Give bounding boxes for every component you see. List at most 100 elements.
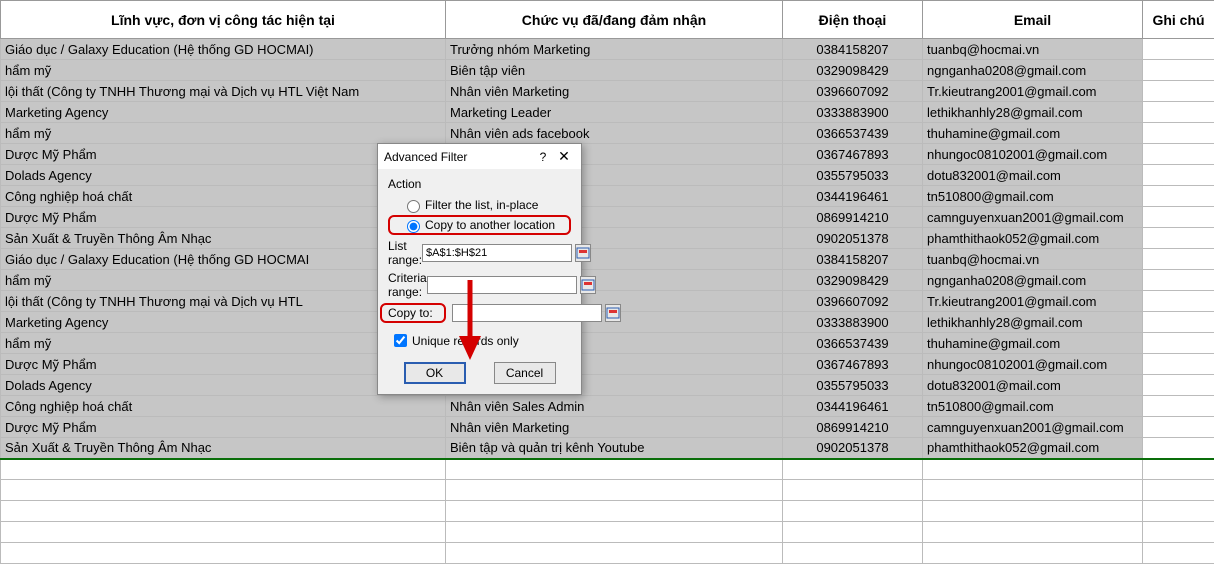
cell-phone[interactable]: 0366537439 [783, 123, 923, 144]
cell-phone[interactable]: 0902051378 [783, 438, 923, 459]
empty-cell[interactable] [923, 480, 1143, 501]
header-chucvu[interactable]: Chức vụ đã/đang đảm nhận [446, 1, 783, 39]
cell-phone[interactable]: 0869914210 [783, 207, 923, 228]
table-row[interactable]: Dược Mỹ PhẩmNhân viên Marketing086991421… [1, 417, 1214, 438]
cell-chucvu[interactable]: Marketing Leader [446, 102, 783, 123]
cell-email[interactable]: tuanbq@hocmai.vn [923, 39, 1143, 60]
table-row[interactable]: Sản Xuất & Truyền Thông Âm NhạcBiên tập … [1, 438, 1214, 459]
radio-copy-input[interactable] [407, 220, 420, 233]
cell-email[interactable]: phamthithaok052@gmail.com [923, 228, 1143, 249]
cell-ghichu[interactable] [1143, 249, 1214, 270]
empty-cell[interactable] [1, 501, 446, 522]
cell-email[interactable]: lethikhanhly28@gmail.com [923, 312, 1143, 333]
cell-phone[interactable]: 0333883900 [783, 102, 923, 123]
table-row-empty[interactable] [1, 522, 1214, 543]
cell-ghichu[interactable] [1143, 375, 1214, 396]
cell-email[interactable]: nhungoc08102001@gmail.com [923, 144, 1143, 165]
empty-cell[interactable] [783, 543, 923, 564]
cell-phone[interactable]: 0329098429 [783, 270, 923, 291]
table-row[interactable]: Công nghiệp hoá chấtNhân viên Sales Admi… [1, 396, 1214, 417]
cell-phone[interactable]: 0355795033 [783, 165, 923, 186]
header-ghichu[interactable]: Ghi chú [1143, 1, 1214, 39]
table-row[interactable]: hẩm mỹNhân viên ads facebook0366537439th… [1, 123, 1214, 144]
empty-cell[interactable] [783, 501, 923, 522]
dialog-titlebar[interactable]: Advanced Filter ? ✕ [378, 144, 581, 169]
table-row[interactable]: Dolads Agency0355795033dotu832001@mail.c… [1, 165, 1214, 186]
empty-cell[interactable] [1143, 480, 1214, 501]
cell-ghichu[interactable] [1143, 417, 1214, 438]
cell-email[interactable]: tuanbq@hocmai.vn [923, 249, 1143, 270]
table-row-empty[interactable] [1, 480, 1214, 501]
copy-to-input[interactable] [452, 304, 602, 322]
cell-email[interactable]: nhungoc08102001@gmail.com [923, 354, 1143, 375]
cell-phone[interactable]: 0367467893 [783, 354, 923, 375]
cancel-button[interactable]: Cancel [494, 362, 556, 384]
table-row[interactable]: Công nghiệp hoá chất0344196461tn510800@g… [1, 186, 1214, 207]
empty-cell[interactable] [446, 522, 783, 543]
empty-cell[interactable] [783, 522, 923, 543]
empty-cell[interactable] [1143, 522, 1214, 543]
cell-email[interactable]: thuhamine@gmail.com [923, 333, 1143, 354]
cell-email[interactable]: ngnganha0208@gmail.com [923, 60, 1143, 81]
cell-linhvuc[interactable]: lội thất (Công ty TNHH Thương mại và Dịc… [1, 81, 446, 102]
radio-filter-inplace[interactable]: Filter the list, in-place [388, 195, 571, 215]
cell-ghichu[interactable] [1143, 123, 1214, 144]
cell-chucvu[interactable]: Nhân viên Marketing [446, 81, 783, 102]
empty-cell[interactable] [1143, 501, 1214, 522]
cell-email[interactable]: phamthithaok052@gmail.com [923, 438, 1143, 459]
empty-cell[interactable] [1, 543, 446, 564]
header-phone[interactable]: Điện thoại [783, 1, 923, 39]
cell-ghichu[interactable] [1143, 39, 1214, 60]
empty-cell[interactable] [923, 501, 1143, 522]
empty-cell[interactable] [923, 522, 1143, 543]
cell-phone[interactable]: 0344196461 [783, 396, 923, 417]
header-email[interactable]: Email [923, 1, 1143, 39]
cell-email[interactable]: tn510800@gmail.com [923, 396, 1143, 417]
cell-ghichu[interactable] [1143, 396, 1214, 417]
empty-cell[interactable] [1, 480, 446, 501]
table-row[interactable]: Giáo dục / Galaxy Education (Hệ thống GD… [1, 249, 1214, 270]
unique-records-checkbox[interactable] [394, 334, 407, 347]
cell-phone[interactable]: 0344196461 [783, 186, 923, 207]
cell-email[interactable]: camnguyenxuan2001@gmail.com [923, 417, 1143, 438]
help-button[interactable]: ? [533, 150, 553, 164]
list-range-input[interactable] [422, 244, 572, 262]
cell-linhvuc[interactable]: hẩm mỹ [1, 123, 446, 144]
cell-ghichu[interactable] [1143, 186, 1214, 207]
table-row[interactable]: hẩm mỹBiên tập viên0329098429ngnganha020… [1, 60, 1214, 81]
cell-ghichu[interactable] [1143, 165, 1214, 186]
table-row[interactable]: Dược Mỹ Phẩm0367467893nhungoc08102001@gm… [1, 144, 1214, 165]
empty-cell[interactable] [923, 543, 1143, 564]
cell-email[interactable]: Tr.kieutrang2001@gmail.com [923, 291, 1143, 312]
cell-email[interactable]: dotu832001@mail.com [923, 165, 1143, 186]
table-row[interactable]: hẩm mỹk0366537439thuhamine@gmail.com [1, 333, 1214, 354]
copy-to-picker-icon[interactable] [605, 304, 621, 322]
cell-ghichu[interactable] [1143, 291, 1214, 312]
list-range-picker-icon[interactable] [575, 244, 591, 262]
cell-ghichu[interactable] [1143, 333, 1214, 354]
cell-chucvu[interactable]: Biên tập và quản trị kênh Youtube [446, 438, 783, 459]
unique-records-row[interactable]: Unique records only [388, 329, 571, 352]
cell-linhvuc[interactable]: Sản Xuất & Truyền Thông Âm Nhạc [1, 438, 446, 459]
empty-cell[interactable] [923, 459, 1143, 480]
table-row[interactable]: Dược Mỹ Phẩm0367467893nhungoc08102001@gm… [1, 354, 1214, 375]
cell-chucvu[interactable]: Nhân viên Marketing [446, 417, 783, 438]
cell-phone[interactable]: 0384158207 [783, 39, 923, 60]
cell-phone[interactable]: 0333883900 [783, 312, 923, 333]
ok-button[interactable]: OK [404, 362, 466, 384]
cell-linhvuc[interactable]: Giáo dục / Galaxy Education (Hệ thống GD… [1, 39, 446, 60]
table-row[interactable]: Dược Mỹ Phẩm0869914210camnguyenxuan2001@… [1, 207, 1214, 228]
cell-email[interactable]: camnguyenxuan2001@gmail.com [923, 207, 1143, 228]
table-row[interactable]: lội thất (Công ty TNHH Thương mại và Dịc… [1, 81, 1214, 102]
cell-chucvu[interactable]: Biên tập viên [446, 60, 783, 81]
cell-phone[interactable]: 0366537439 [783, 333, 923, 354]
cell-email[interactable]: ngnganha0208@gmail.com [923, 270, 1143, 291]
cell-ghichu[interactable] [1143, 102, 1214, 123]
cell-phone[interactable]: 0902051378 [783, 228, 923, 249]
cell-ghichu[interactable] [1143, 354, 1214, 375]
radio-inplace-input[interactable] [407, 200, 420, 213]
radio-copy-location[interactable]: Copy to another location [388, 215, 571, 235]
cell-chucvu[interactable]: Nhân viên ads facebook [446, 123, 783, 144]
cell-phone[interactable]: 0329098429 [783, 60, 923, 81]
cell-linhvuc[interactable]: Công nghiệp hoá chất [1, 396, 446, 417]
